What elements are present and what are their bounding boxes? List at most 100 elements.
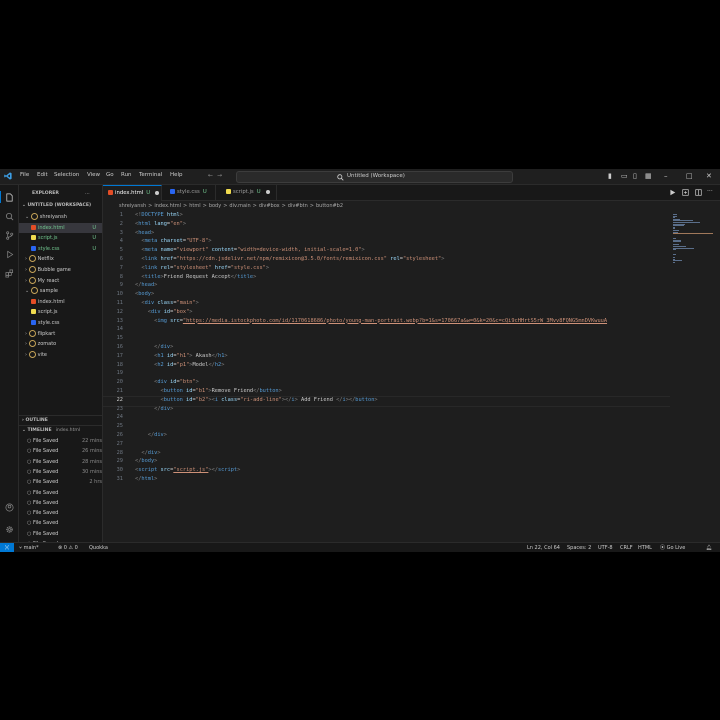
toggle-sidebar-icon[interactable]: ▮ xyxy=(608,172,612,180)
breadcrumb-item[interactable]: html xyxy=(189,203,200,209)
menu-selection[interactable]: Selection xyxy=(54,172,79,178)
menu-go[interactable]: Go xyxy=(106,172,114,178)
code-line[interactable]: <!DOCTYPE html> xyxy=(135,212,183,218)
code-line[interactable]: </div> xyxy=(135,432,167,438)
tree-file[interactable]: index.html xyxy=(19,297,102,307)
tree-file[interactable]: script.js xyxy=(19,307,102,317)
tree-file[interactable]: index.html U xyxy=(19,222,102,233)
tree-file[interactable]: style.css U xyxy=(19,244,102,254)
timeline-item[interactable]: ○ File Saved xyxy=(19,529,110,539)
branch-indicator[interactable]: ⑂ main* xyxy=(19,543,39,552)
menu-view[interactable]: View xyxy=(87,172,100,178)
unsaved-dot-icon[interactable] xyxy=(265,189,270,194)
code-line[interactable]: <link rel="stylesheet" href="style.css"> xyxy=(135,265,269,271)
timeline-item[interactable]: ○ File Saved 2 hrs xyxy=(19,477,110,487)
code-line[interactable]: <h2 id="p1">Model</h2> xyxy=(135,362,224,368)
code-line[interactable]: <body> xyxy=(135,291,154,297)
command-center[interactable]: Untitled (Workspace) xyxy=(236,171,513,183)
tab-style-css[interactable]: style.css U xyxy=(162,185,216,200)
tab-script-js[interactable]: script.js U xyxy=(216,185,277,200)
breadcrumb-item[interactable]: div#btn xyxy=(288,203,308,209)
gear-icon[interactable] xyxy=(5,525,14,534)
tree-folder[interactable]: › Bubble game xyxy=(19,265,102,275)
code-line[interactable]: </html> xyxy=(135,476,157,482)
timeline-item[interactable]: ○ File Saved 30 mins xyxy=(19,467,110,477)
breadcrumb-item[interactable]: body xyxy=(209,203,221,209)
code-line[interactable]: <head> xyxy=(135,230,154,236)
code-line[interactable]: <div class="main"> xyxy=(135,300,198,306)
timeline-item[interactable]: ○ File Saved 22 mins xyxy=(19,436,110,446)
problems-indicator[interactable]: ⊗ 0 ⚠ 0 xyxy=(58,543,78,552)
code-line[interactable]: <div id="box"> xyxy=(135,309,193,315)
tree-file[interactable]: style.css xyxy=(19,318,102,328)
tree-file[interactable]: script.js U xyxy=(19,233,102,243)
code-line[interactable]: </head> xyxy=(135,282,157,288)
code-editor[interactable]: 1 <!DOCTYPE html> 2 <html lang="en"> 3 <head>… xyxy=(103,212,670,542)
timeline-header[interactable]: ⌄ TIMELINE index.html xyxy=(19,425,102,436)
files-icon[interactable] xyxy=(5,193,14,202)
run-debug-icon[interactable] xyxy=(5,250,14,259)
breadcrumb-item[interactable]: index.html xyxy=(154,203,181,209)
code-line[interactable]: </div> xyxy=(135,406,173,412)
code-line[interactable]: <img src="https://media.istockphoto.com/… xyxy=(135,318,607,324)
timeline-item[interactable]: ○ File Saved 28 mins xyxy=(19,457,110,467)
toggle-secondary-icon[interactable]: ▯ xyxy=(633,172,637,180)
code-line[interactable]: <html lang="en"> xyxy=(135,221,186,227)
tab-index-html[interactable]: index.html U xyxy=(103,185,162,201)
code-line[interactable]: <link href="https://cdn.jsdelivr.net/npm… xyxy=(135,256,444,262)
more-actions-icon[interactable]: ··· xyxy=(85,189,100,199)
timeline-item[interactable]: ○ File Saved xyxy=(19,508,110,518)
menu-run[interactable]: Run xyxy=(121,172,132,178)
code-line[interactable]: </body> xyxy=(135,458,157,464)
notifications-icon[interactable]: 🔔︎ xyxy=(706,543,712,552)
encoding[interactable]: UTF-8 xyxy=(598,543,613,552)
tree-folder[interactable]: › vite xyxy=(19,350,102,360)
maximize-icon[interactable]: □ xyxy=(686,172,693,180)
cursor-position[interactable]: Ln 22, Col 64 xyxy=(527,543,560,552)
unsaved-dot-icon[interactable] xyxy=(155,190,160,195)
split-editor-icon[interactable] xyxy=(695,189,702,196)
line-ending[interactable]: CRLF xyxy=(620,543,633,552)
workspace-header[interactable]: ⌄ UNTITLED (WORKSPACE) xyxy=(19,201,102,211)
tree-folder[interactable]: ⌄ sample xyxy=(19,286,102,296)
timeline-item[interactable]: ○ File Saved 26 mins xyxy=(19,446,110,456)
open-changes-icon[interactable] xyxy=(682,189,689,196)
breadcrumb-item[interactable]: div#box xyxy=(259,203,280,209)
go-live-button[interactable]: ⦿ Go Live xyxy=(660,543,685,552)
code-line[interactable]: </div> xyxy=(135,450,160,456)
timeline-item[interactable]: ○ File Saved xyxy=(19,518,110,528)
timeline-item[interactable]: ○ File Saved xyxy=(19,488,110,498)
run-icon[interactable] xyxy=(669,189,676,196)
quokka-indicator[interactable]: Quokka xyxy=(89,543,108,552)
code-line[interactable]: </div> xyxy=(135,344,173,350)
nav-arrows[interactable]: ←→ xyxy=(208,172,226,179)
more-actions-icon[interactable]: ··· xyxy=(707,188,713,195)
minimap[interactable] xyxy=(670,212,720,542)
timeline-item[interactable]: ○ File Saved xyxy=(19,498,110,508)
tree-folder[interactable]: ⌄ shreiyansh xyxy=(19,212,102,222)
source-control-icon[interactable] xyxy=(5,231,14,240)
indentation[interactable]: Spaces: 2 xyxy=(567,543,591,552)
toggle-panel-icon[interactable]: ▭ xyxy=(621,172,628,180)
tree-folder[interactable]: › flipkart xyxy=(19,329,102,339)
tree-folder[interactable]: › My react xyxy=(19,276,102,286)
code-line[interactable]: <meta charset="UTF-8"> xyxy=(135,238,211,244)
layout-icon[interactable]: ▦ xyxy=(645,172,652,180)
menu-edit[interactable]: Edit xyxy=(37,172,48,178)
menu-file[interactable]: File xyxy=(20,172,29,178)
extensions-icon[interactable] xyxy=(5,269,14,278)
code-line[interactable]: <title>Friend Request Accept</title> xyxy=(135,274,256,280)
breadcrumb-item[interactable]: div.main xyxy=(229,203,250,209)
menu-terminal[interactable]: Terminal xyxy=(139,172,162,178)
search-icon[interactable] xyxy=(5,212,14,221)
code-line[interactable]: <meta name="viewport" content="width=dev… xyxy=(135,247,364,253)
close-icon[interactable]: ✕ xyxy=(706,172,712,180)
breadcrumb-item[interactable]: shreiyansh xyxy=(119,203,146,209)
menu-help[interactable]: Help xyxy=(170,172,183,178)
code-line[interactable]: <script src="script.js"></script> xyxy=(135,467,240,473)
account-icon[interactable] xyxy=(5,503,14,512)
code-line[interactable]: <button id="b2"><i class="ri-add-line"><… xyxy=(135,397,378,403)
remote-icon[interactable]: ⟩⟨ xyxy=(0,543,14,552)
minimize-icon[interactable]: – xyxy=(664,172,668,180)
tree-folder[interactable]: › Netflix xyxy=(19,254,102,264)
